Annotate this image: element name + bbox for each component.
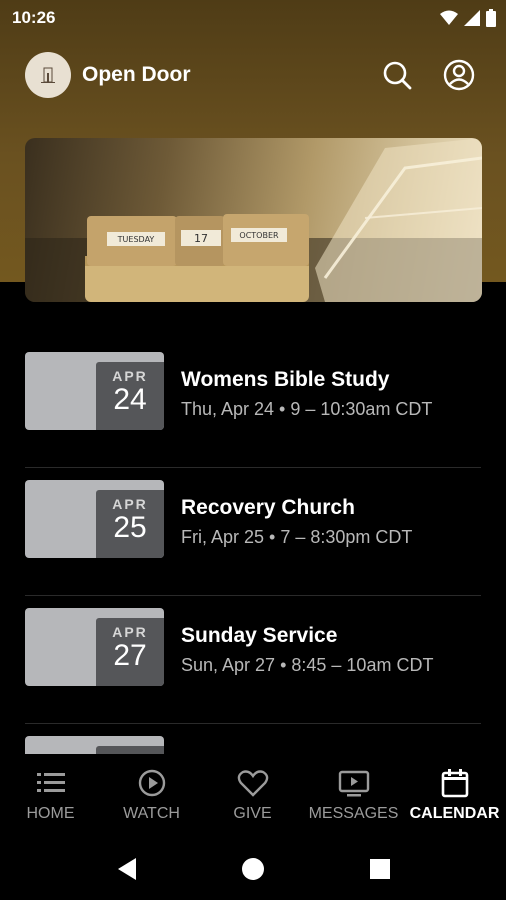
hero-calendar-day: TUESDAY: [117, 235, 155, 244]
app-header: Open Door: [0, 48, 506, 102]
status-bar: 10:26: [0, 0, 506, 36]
desk-calendar-illustration: TUESDAY 17 OCTOBER: [25, 138, 482, 302]
heart-icon: [237, 770, 268, 797]
hero-calendar-month: OCTOBER: [239, 231, 279, 240]
nav-home-label: HOME: [26, 805, 75, 822]
event-thumbnail: APR 24: [25, 352, 164, 430]
event-meta: Fri, Apr 25 • 7 – 8:30pm CDT: [181, 527, 413, 547]
event-meta: Sun, Apr 27 • 8:45 – 10am CDT: [181, 655, 434, 675]
nav-give[interactable]: GIVE: [202, 754, 303, 840]
event-title: Womens Bible Study: [181, 368, 390, 391]
event-day: 25: [113, 511, 147, 544]
account-button[interactable]: [442, 58, 476, 92]
battery-icon: [486, 9, 496, 27]
church-logo-avatar[interactable]: [25, 52, 71, 98]
home-circle-icon[interactable]: [238, 854, 268, 884]
event-title: Sunday Service: [181, 624, 338, 647]
event-day: 27: [113, 639, 147, 672]
event-item[interactable]: APR 24 Womens Bible Study Thu, Apr 24 • …: [25, 340, 481, 468]
nav-give-label: GIVE: [233, 805, 272, 822]
nav-watch-label: WATCH: [123, 805, 180, 822]
status-time: 10:26: [12, 8, 56, 27]
event-list: APR 24 Womens Bible Study Thu, Apr 24 • …: [25, 340, 481, 764]
event-meta: Thu, Apr 24 • 9 – 10:30am CDT: [181, 399, 433, 419]
event-title: Recovery Church: [181, 496, 355, 519]
hero-image[interactable]: TUESDAY 17 OCTOBER: [25, 138, 482, 302]
system-navigation-bar: [0, 840, 506, 900]
event-date-badge: APR 27: [96, 618, 164, 686]
event-thumbnail: APR 27: [25, 608, 164, 686]
event-thumbnail: APR 25: [25, 480, 164, 558]
account-circle-icon: [443, 59, 475, 91]
back-icon[interactable]: [112, 854, 142, 884]
wifi-icon: [440, 10, 458, 25]
signal-icon: [464, 10, 480, 26]
event-item[interactable]: APR 25 Recovery Church Fri, Apr 25 • 7 –…: [25, 468, 481, 596]
event-month: APR: [112, 496, 148, 512]
search-button[interactable]: [380, 58, 414, 92]
search-icon: [383, 61, 412, 90]
event-month: APR: [112, 368, 148, 384]
list-icon: [36, 773, 65, 792]
hero-calendar-date: 17: [194, 232, 208, 245]
nav-home[interactable]: HOME: [0, 754, 101, 840]
app-title: Open Door: [82, 63, 191, 86]
event-date-badge: APR 25: [96, 490, 164, 558]
tv-icon: [338, 770, 369, 797]
recents-square-icon[interactable]: [365, 854, 395, 884]
bottom-navigation: HOME WATCH GIVE MESSAGES CALENDAR: [0, 754, 506, 840]
event-month: APR: [112, 624, 148, 640]
church-logo-icon: [41, 67, 55, 83]
nav-messages[interactable]: MESSAGES: [303, 754, 404, 840]
nav-messages-label: MESSAGES: [308, 805, 399, 822]
play-circle-icon: [138, 769, 165, 797]
event-day: 24: [113, 383, 147, 416]
event-date-badge: APR 24: [96, 362, 164, 430]
nav-watch[interactable]: WATCH: [101, 754, 202, 840]
calendar-icon: [441, 769, 468, 798]
nav-calendar[interactable]: CALENDAR: [404, 754, 505, 840]
event-item[interactable]: APR 27 Sunday Service Sun, Apr 27 • 8:45…: [25, 596, 481, 724]
nav-calendar-label: CALENDAR: [409, 805, 500, 822]
